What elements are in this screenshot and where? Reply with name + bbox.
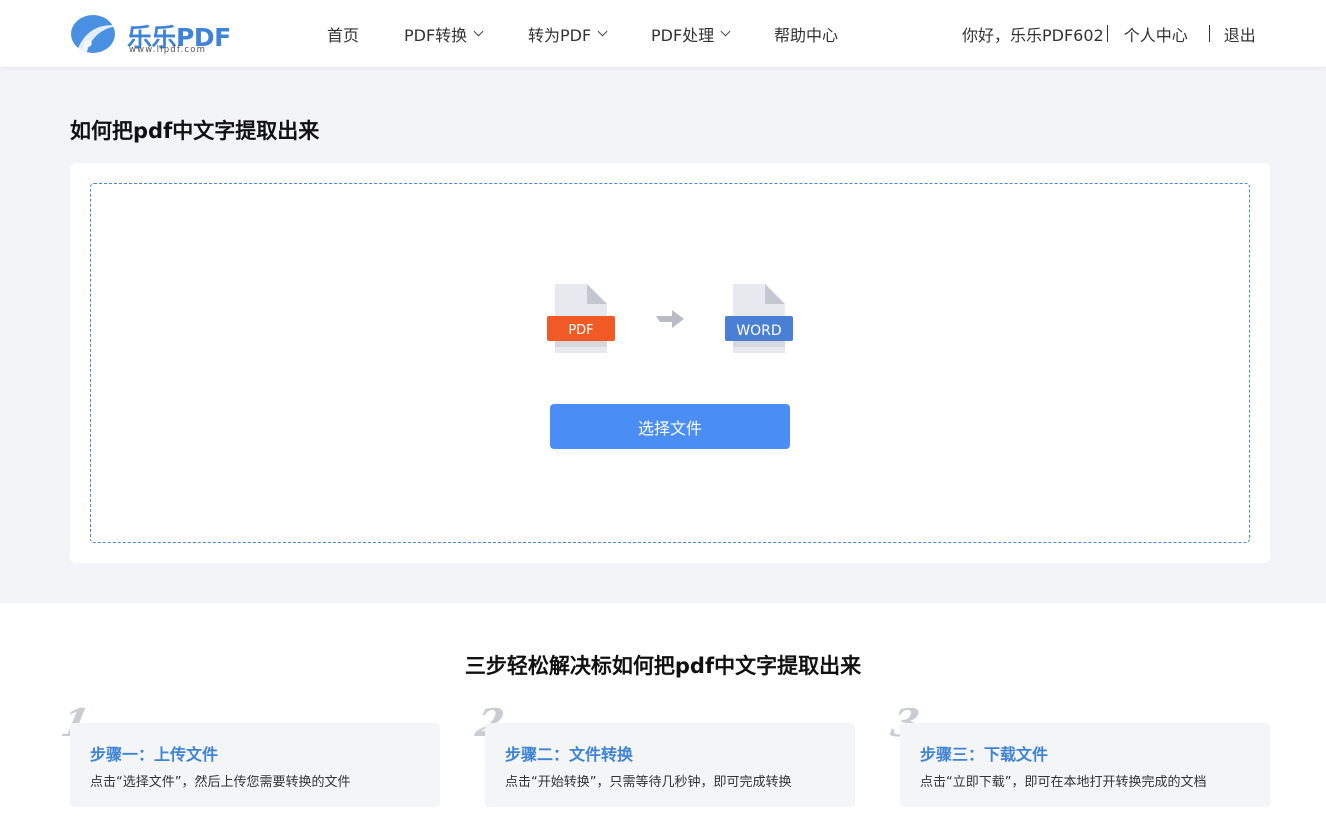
logout-link[interactable]: 退出 bbox=[1224, 22, 1256, 46]
steps-title: 三步轻松解决标如何把pdf中文字提取出来 bbox=[464, 654, 862, 678]
nav-to-pdf[interactable]: 转为PDF bbox=[528, 0, 608, 67]
pdf-file-icon: PDF bbox=[547, 284, 615, 353]
site-logo[interactable]: P 乐乐PDF www.llpdf.com bbox=[69, 12, 239, 56]
step-card: 步骤三：下载文件 点击“立即下载”，即可在本地打开转换完成的文档 bbox=[900, 723, 1270, 807]
nav-to-pdf-label: 转为PDF bbox=[528, 25, 592, 45]
select-file-button[interactable]: 选择文件 bbox=[550, 404, 790, 449]
nav-pdf-process-label: PDF处理 bbox=[651, 25, 715, 45]
svg-text:P: P bbox=[83, 39, 92, 53]
file-dropzone[interactable] bbox=[90, 183, 1250, 543]
step-title: 步骤三：下载文件 bbox=[920, 745, 1049, 764]
divider bbox=[1106, 25, 1108, 42]
arrow-right-icon bbox=[656, 310, 684, 328]
nav-pdf-convert[interactable]: PDF转换 bbox=[404, 0, 484, 67]
step-description: 点击“开始转换”，只需等待几秒钟，即可完成转换 bbox=[505, 775, 792, 790]
nav-help-center-label: 帮助中心 bbox=[774, 25, 839, 45]
nav-home-label: 首页 bbox=[327, 25, 360, 45]
user-area: 你好，乐乐PDF602 个人中心 退出 bbox=[962, 0, 1256, 67]
step-description: 点击“选择文件”，然后上传您需要转换的文件 bbox=[90, 775, 351, 790]
user-center-menu[interactable]: 个人中心 bbox=[1124, 22, 1197, 46]
pdf-icon-label: PDF bbox=[568, 323, 593, 338]
nav-pdf-process[interactable]: PDF处理 bbox=[651, 0, 731, 67]
nav-pdf-convert-label: PDF转换 bbox=[404, 25, 468, 45]
step-description: 点击“立即下载”，即可在本地打开转换完成的文档 bbox=[920, 775, 1207, 790]
step-card: 步骤二：文件转换 点击“开始转换”，只需等待几秒钟，即可完成转换 bbox=[485, 723, 855, 807]
nav-help-center[interactable]: 帮助中心 bbox=[774, 0, 838, 67]
divider bbox=[1208, 25, 1210, 42]
page-title: 如何把pdf中文字提取出来 bbox=[70, 119, 320, 143]
chevron-down-icon bbox=[473, 26, 484, 36]
word-icon-label: WORD bbox=[736, 323, 781, 339]
nav-home[interactable]: 首页 bbox=[327, 0, 359, 67]
logo-url: www.llpdf.com bbox=[129, 45, 207, 55]
top-header: P 乐乐PDF www.llpdf.com 首页 PDF转换 转为PDF PDF… bbox=[0, 0, 1326, 67]
step-title: 步骤二：文件转换 bbox=[505, 745, 634, 764]
step-title: 步骤一：上传文件 bbox=[90, 745, 219, 764]
user-greeting: 你好，乐乐PDF602 bbox=[962, 25, 1104, 45]
user-center-label: 个人中心 bbox=[1123, 25, 1188, 45]
word-file-icon: WORD bbox=[725, 284, 793, 353]
pdf-logo-icon: P bbox=[71, 15, 121, 53]
chevron-down-icon bbox=[597, 26, 608, 36]
step-card: 步骤一：上传文件 点击“选择文件”，然后上传您需要转换的文件 bbox=[70, 723, 440, 807]
chevron-down-icon bbox=[720, 26, 731, 36]
